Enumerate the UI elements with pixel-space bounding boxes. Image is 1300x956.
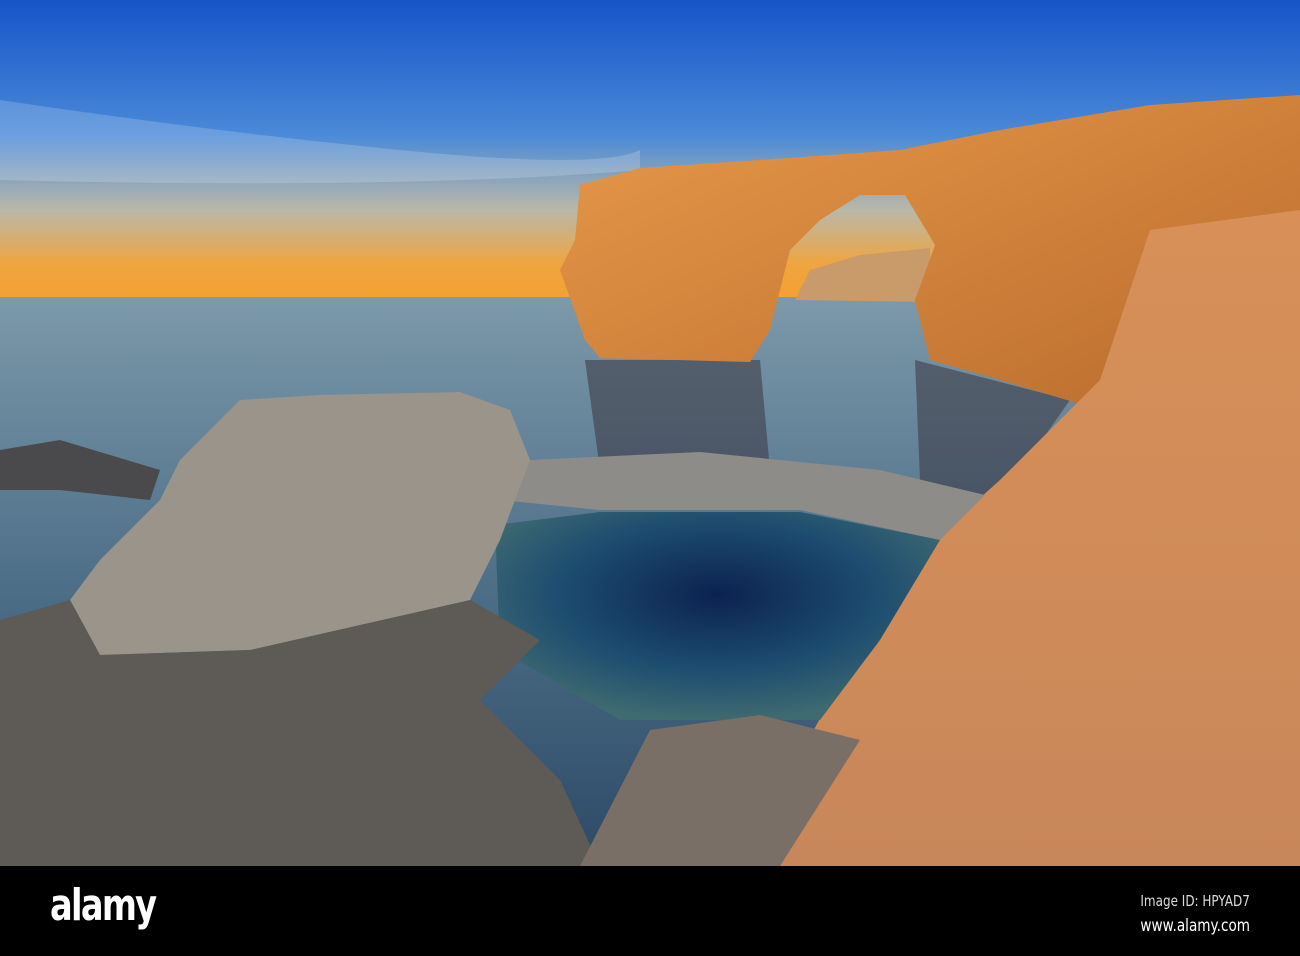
footer-bar: alamy Image ID: HPYAD7 www.alamy.com bbox=[0, 866, 1300, 956]
website-link[interactable]: www.alamy.com bbox=[1140, 916, 1250, 936]
photo-scene bbox=[0, 0, 1300, 866]
alamy-logo: alamy bbox=[50, 880, 157, 931]
image-id: Image ID: HPYAD7 bbox=[1140, 892, 1250, 910]
left-shore-rocks bbox=[0, 600, 600, 866]
